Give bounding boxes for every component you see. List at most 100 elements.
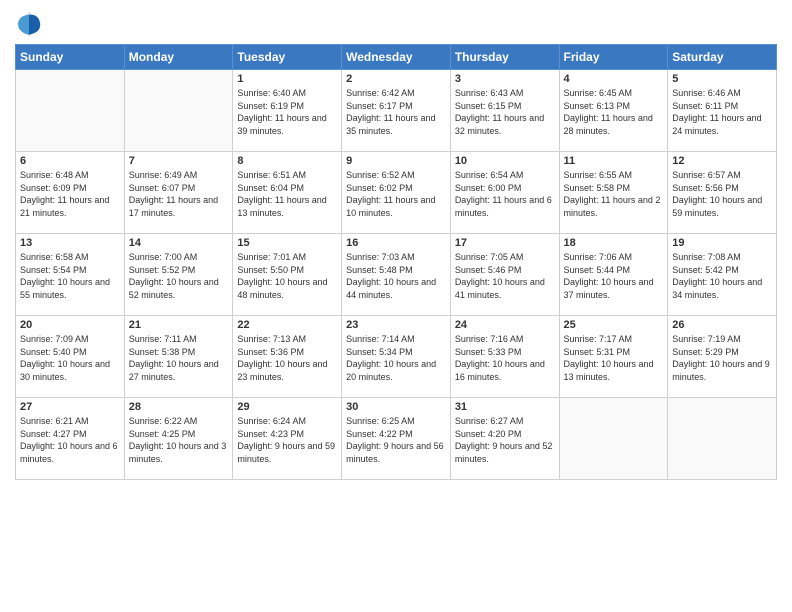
day-info: Sunrise: 7:01 AM Sunset: 5:50 PM Dayligh… [237,251,337,301]
day-number: 15 [237,237,337,249]
day-cell: 28Sunrise: 6:22 AM Sunset: 4:25 PM Dayli… [124,398,233,480]
day-info: Sunrise: 7:14 AM Sunset: 5:34 PM Dayligh… [346,333,446,383]
day-cell: 16Sunrise: 7:03 AM Sunset: 5:48 PM Dayli… [342,234,451,316]
day-number: 6 [20,155,120,167]
week-row-5: 27 Sunrise: 6:21 AM Sunset: 4:27 PM Dayli… [16,398,777,480]
day-info: Sunrise: 6:48 AM Sunset: 6:09 PM Dayligh… [20,169,120,219]
day-info: Sunrise: 6:40 AM Sunset: 6:19 PM Dayligh… [237,87,337,137]
day-info: Sunrise: 7:03 AM Sunset: 5:48 PM Dayligh… [346,251,446,301]
day-header-monday: Monday [124,45,233,70]
day-cell: 6 Sunrise: 6:48 AM Sunset: 6:09 PM Daylig… [16,152,125,234]
day-cell: 14 Sunrise: 7:00 AM Sunset: 5:52 PM Dayli… [124,234,233,316]
day-info: Sunrise: 6:49 AM Sunset: 6:07 PM Dayligh… [129,169,229,219]
day-cell: 11 Sunrise: 6:55 AM Sunset: 5:58 PM Dayli… [559,152,668,234]
day-info: Sunrise: 7:16 AM Sunset: 5:33 PM Dayligh… [455,333,555,383]
day-number: 17 [455,237,555,249]
day-number: 28 [129,401,229,413]
day-number: 5 [672,73,772,85]
day-number: 11 [564,155,664,167]
day-number: 14 [129,237,229,249]
day-header-tuesday: Tuesday [233,45,342,70]
day-info: Sunrise: 6:51 AM Sunset: 6:04 PM Dayligh… [237,169,337,219]
day-number: 19 [672,237,772,249]
week-row-2: 6 Sunrise: 6:48 AM Sunset: 6:09 PM Daylig… [16,152,777,234]
day-cell: 27 Sunrise: 6:21 AM Sunset: 4:27 PM Dayli… [16,398,125,480]
day-cell: 21 Sunrise: 7:11 AM Sunset: 5:38 PM Dayli… [124,316,233,398]
day-number: 22 [237,319,337,331]
day-info: Sunrise: 6:46 AM Sunset: 6:11 PM Dayligh… [672,87,772,137]
day-cell: 23 Sunrise: 7:14 AM Sunset: 5:34 PM Dayli… [342,316,451,398]
day-cell: 29 Sunrise: 6:24 AM Sunset: 4:23 PM Dayli… [233,398,342,480]
day-info: Sunrise: 7:08 AM Sunset: 5:42 PM Dayligh… [672,251,772,301]
day-number: 24 [455,319,555,331]
day-info: Sunrise: 7:17 AM Sunset: 5:31 PM Dayligh… [564,333,664,383]
day-cell: 12Sunrise: 6:57 AM Sunset: 5:56 PM Dayli… [668,152,777,234]
day-number: 8 [237,155,337,167]
day-cell: 8 Sunrise: 6:51 AM Sunset: 6:04 PM Daylig… [233,152,342,234]
day-cell: 5 Sunrise: 6:46 AM Sunset: 6:11 PM Daylig… [668,70,777,152]
page: SundayMondayTuesdayWednesdayThursdayFrid… [0,0,792,612]
day-info: Sunrise: 6:43 AM Sunset: 6:15 PM Dayligh… [455,87,555,137]
day-number: 30 [346,401,446,413]
day-number: 21 [129,319,229,331]
day-number: 1 [237,73,337,85]
day-number: 2 [346,73,446,85]
day-cell: 1 Sunrise: 6:40 AM Sunset: 6:19 PM Daylig… [233,70,342,152]
day-cell: 18 Sunrise: 7:06 AM Sunset: 5:44 PM Dayli… [559,234,668,316]
day-cell [16,70,125,152]
day-info: Sunrise: 6:42 AM Sunset: 6:17 PM Dayligh… [346,87,446,137]
day-header-thursday: Thursday [450,45,559,70]
day-number: 18 [564,237,664,249]
day-cell: 2 Sunrise: 6:42 AM Sunset: 6:17 PM Daylig… [342,70,451,152]
day-info: Sunrise: 6:21 AM Sunset: 4:27 PM Dayligh… [20,415,120,465]
day-number: 29 [237,401,337,413]
day-info: Sunrise: 7:11 AM Sunset: 5:38 PM Dayligh… [129,333,229,383]
day-info: Sunrise: 6:58 AM Sunset: 5:54 PM Dayligh… [20,251,120,301]
day-number: 31 [455,401,555,413]
header [15,10,777,38]
day-cell [559,398,668,480]
day-info: Sunrise: 7:09 AM Sunset: 5:40 PM Dayligh… [20,333,120,383]
day-number: 12 [672,155,772,167]
day-info: Sunrise: 6:45 AM Sunset: 6:13 PM Dayligh… [564,87,664,137]
calendar-table: SundayMondayTuesdayWednesdayThursdayFrid… [15,44,777,480]
day-info: Sunrise: 7:13 AM Sunset: 5:36 PM Dayligh… [237,333,337,383]
day-number: 25 [564,319,664,331]
day-header-friday: Friday [559,45,668,70]
day-number: 20 [20,319,120,331]
day-cell: 17 Sunrise: 7:05 AM Sunset: 5:46 PM Dayli… [450,234,559,316]
day-cell: 9 Sunrise: 6:52 AM Sunset: 6:02 PM Daylig… [342,152,451,234]
day-cell: 10Sunrise: 6:54 AM Sunset: 6:00 PM Dayli… [450,152,559,234]
day-cell: 31 Sunrise: 6:27 AM Sunset: 4:20 PM Dayli… [450,398,559,480]
day-cell: 15 Sunrise: 7:01 AM Sunset: 5:50 PM Dayli… [233,234,342,316]
week-row-1: 1 Sunrise: 6:40 AM Sunset: 6:19 PM Daylig… [16,70,777,152]
day-info: Sunrise: 6:25 AM Sunset: 4:22 PM Dayligh… [346,415,446,465]
day-info: Sunrise: 7:19 AM Sunset: 5:29 PM Dayligh… [672,333,772,383]
day-info: Sunrise: 7:00 AM Sunset: 5:52 PM Dayligh… [129,251,229,301]
day-cell [124,70,233,152]
day-cell: 13Sunrise: 6:58 AM Sunset: 5:54 PM Dayli… [16,234,125,316]
day-cell: 7Sunrise: 6:49 AM Sunset: 6:07 PM Daylig… [124,152,233,234]
day-info: Sunrise: 6:55 AM Sunset: 5:58 PM Dayligh… [564,169,664,219]
day-number: 27 [20,401,120,413]
day-cell: 25 Sunrise: 7:17 AM Sunset: 5:31 PM Dayli… [559,316,668,398]
days-header-row: SundayMondayTuesdayWednesdayThursdayFrid… [16,45,777,70]
day-number: 23 [346,319,446,331]
day-info: Sunrise: 6:24 AM Sunset: 4:23 PM Dayligh… [237,415,337,465]
day-number: 26 [672,319,772,331]
day-header-wednesday: Wednesday [342,45,451,70]
day-info: Sunrise: 6:27 AM Sunset: 4:20 PM Dayligh… [455,415,555,465]
day-number: 10 [455,155,555,167]
day-number: 3 [455,73,555,85]
day-info: Sunrise: 7:06 AM Sunset: 5:44 PM Dayligh… [564,251,664,301]
day-info: Sunrise: 7:05 AM Sunset: 5:46 PM Dayligh… [455,251,555,301]
day-info: Sunrise: 6:52 AM Sunset: 6:02 PM Dayligh… [346,169,446,219]
logo-icon [15,10,43,38]
day-number: 4 [564,73,664,85]
day-cell: 22 Sunrise: 7:13 AM Sunset: 5:36 PM Dayli… [233,316,342,398]
week-row-3: 13Sunrise: 6:58 AM Sunset: 5:54 PM Dayli… [16,234,777,316]
day-cell: 4 Sunrise: 6:45 AM Sunset: 6:13 PM Daylig… [559,70,668,152]
day-number: 9 [346,155,446,167]
day-cell: 30 Sunrise: 6:25 AM Sunset: 4:22 PM Dayli… [342,398,451,480]
day-header-saturday: Saturday [668,45,777,70]
